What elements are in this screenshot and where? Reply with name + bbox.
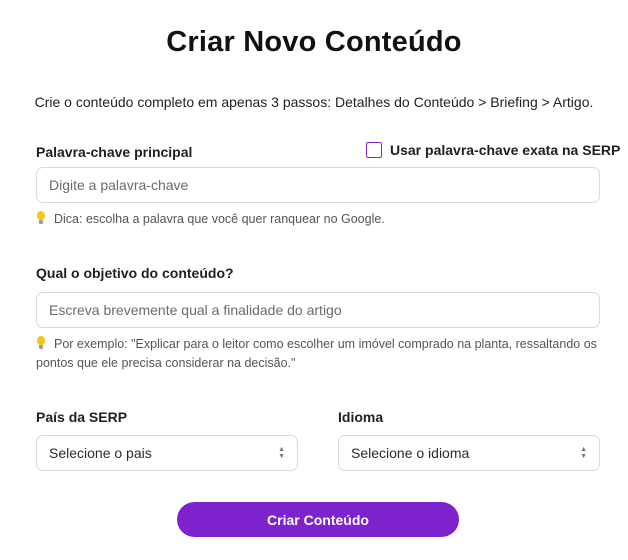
language-select-value: Selecione o idioma [351,445,470,461]
page-subtitle: Crie o conteúdo completo em apenas 3 pas… [34,94,594,110]
exact-keyword-toggle[interactable]: Usar palavra-chave exata na SERP [366,142,620,158]
keyword-input[interactable] [36,167,600,203]
objective-input[interactable] [36,292,600,328]
chevron-up-down-icon: ▲ ▼ [278,445,285,460]
lightbulb-icon [36,336,46,350]
keyword-hint: Dica: escolha a palavra que você quer ra… [36,210,385,229]
exact-keyword-label: Usar palavra-chave exata na SERP [390,142,621,158]
country-label: País da SERP [36,409,128,425]
page-title: Criar Novo Conteúdo [166,26,462,58]
lightbulb-icon [36,211,46,225]
keyword-label: Palavra-chave principal [36,144,193,160]
country-select[interactable]: Selecione o pais ▲ ▼ [36,435,298,471]
language-select[interactable]: Selecione o idioma ▲ ▼ [338,435,600,471]
chevron-up-down-icon: ▲ ▼ [580,445,587,460]
create-content-form: Criar Novo Conteúdo Crie o conteúdo comp… [0,0,628,560]
objective-hint: Por exemplo: "Explicar para o leitor com… [36,335,600,373]
keyword-hint-text: Dica: escolha a palavra que você quer ra… [54,212,385,226]
objective-hint-text: Por exemplo: "Explicar para o leitor com… [36,337,597,370]
language-label: Idioma [338,409,384,425]
exact-keyword-checkbox[interactable] [366,142,382,158]
country-select-value: Selecione o pais [49,445,152,461]
create-content-button[interactable]: Criar Conteúdo [177,502,459,537]
objective-label: Qual o objetivo do conteúdo? [36,265,234,281]
